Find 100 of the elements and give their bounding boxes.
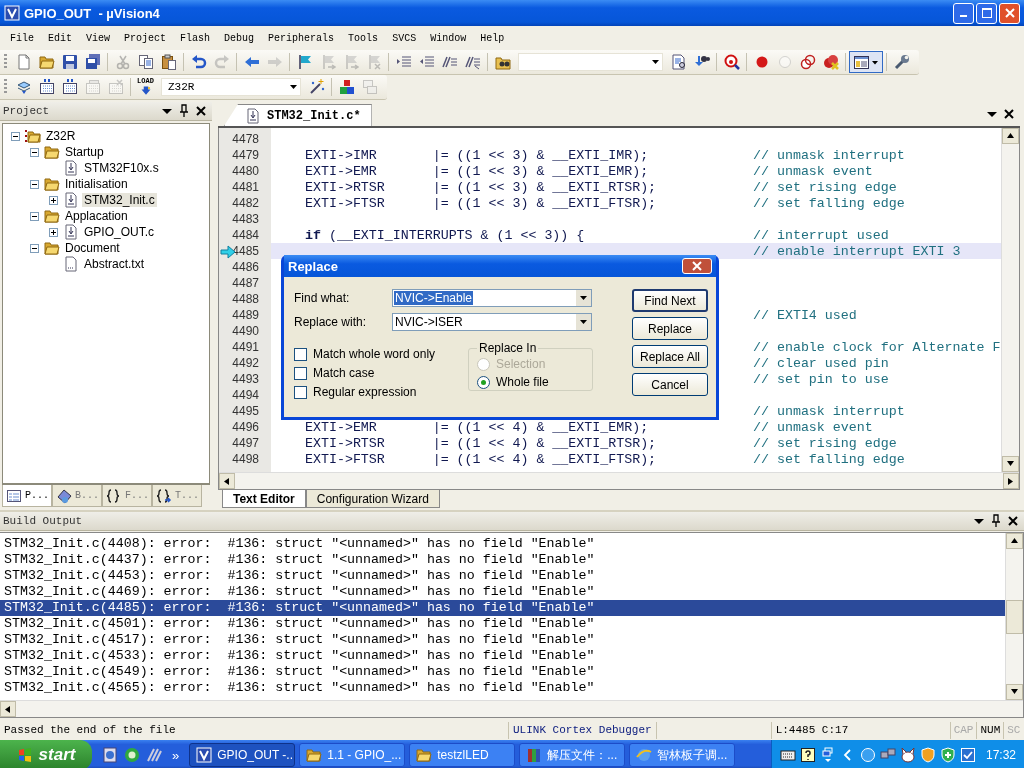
dialog-button[interactable]: Find Next: [632, 289, 708, 312]
tree-item[interactable]: Initialisation: [63, 177, 130, 191]
menu-item[interactable]: File: [3, 32, 41, 44]
line-number: 4489: [232, 308, 259, 322]
scroll-thumb[interactable]: [1006, 599, 1023, 634]
help-icon[interactable]: [799, 747, 816, 763]
code-text: EXTI->FTSR |= ((1 << 3) & __EXTI_FTSR);: [305, 195, 657, 211]
close-button[interactable]: [999, 2, 1020, 24]
animal-head-icon[interactable]: [899, 747, 916, 763]
menu-item[interactable]: Peripherals: [261, 32, 342, 44]
keyboard-icon[interactable]: [779, 747, 796, 763]
menu-item[interactable]: Debug: [217, 32, 262, 44]
folder-icon: [416, 747, 433, 763]
minimize-icon: [960, 15, 967, 17]
scroll-down-icon[interactable]: [1011, 688, 1018, 696]
caret-icon[interactable]: [580, 320, 587, 324]
tree-item[interactable]: GPIO_OUT.c: [82, 225, 156, 239]
document-icon[interactable]: [102, 747, 118, 763]
more-button[interactable]: »: [172, 747, 180, 763]
scroll-right-icon[interactable]: [1007, 477, 1015, 485]
horizontal-scrollbar[interactable]: [0, 700, 1023, 717]
output-line[interactable]: STM32_Init.c(4565): error: #136: struct "<unnamed>" has no field "Enable": [0, 680, 1005, 696]
menu-item[interactable]: Window: [423, 32, 474, 44]
code-comment: // EXTI4 used: [753, 307, 857, 323]
taskbar-button[interactable]: 解压文件：...: [519, 743, 626, 767]
taskbar-button[interactable]: GPIO_OUT -...: [189, 743, 296, 767]
code-text: if (__EXTI_INTERRUPTS & (1 << 3)) {: [305, 227, 585, 243]
editor-mode-tab[interactable]: Configuration Wizard: [305, 490, 440, 508]
vertical-scrollbar[interactable]: [1001, 128, 1019, 472]
scroll-up-icon[interactable]: [1011, 537, 1018, 545]
collapse-icon[interactable]: [30, 147, 39, 157]
tree-item[interactable]: Startup: [63, 145, 106, 159]
output-line[interactable]: STM32_Init.c(4549): error: #136: struct "<unnamed>" has no field "Enable": [0, 664, 1005, 680]
round-bubble-icon[interactable]: [859, 747, 876, 763]
output-line[interactable]: STM32_Init.c(4453): error: #136: struct "<unnamed>" has no field "Enable": [0, 568, 1005, 584]
shield-plus-icon[interactable]: [939, 747, 956, 763]
expand-icon[interactable]: [49, 195, 58, 205]
output-line[interactable]: STM32_Init.c(4533): error: #136: struct "<unnamed>" has no field "Enable": [0, 648, 1005, 664]
radio-button[interactable]: [477, 375, 490, 389]
minimize-button[interactable]: [953, 2, 974, 24]
scroll-left-icon[interactable]: [223, 477, 231, 485]
tree-item[interactable]: STM32_Init.c: [82, 193, 157, 207]
menu-item[interactable]: Project: [117, 32, 174, 44]
collapse-icon[interactable]: [30, 211, 39, 221]
close-button[interactable]: [682, 258, 712, 274]
find-combo-box[interactable]: NVIC->Enable: [392, 289, 592, 307]
panel-tab[interactable]: T...: [152, 485, 202, 507]
collapse-icon[interactable]: [30, 243, 39, 253]
menu-item[interactable]: Tools: [341, 32, 386, 44]
dialog-button[interactable]: Cancel: [632, 373, 708, 396]
output-line[interactable]: STM32_Init.c(4437): error: #136: struct "<unnamed>" has no field "Enable": [0, 552, 1005, 568]
panel-tab[interactable]: P...: [2, 485, 52, 507]
start-button[interactable]: start: [0, 740, 92, 768]
line-number: 4483: [232, 212, 259, 226]
line-number: 4488: [232, 292, 259, 306]
menu-item[interactable]: Flash: [173, 32, 218, 44]
tree-item[interactable]: Z32R: [44, 129, 78, 143]
dialog-button[interactable]: Replace: [632, 317, 708, 340]
tree-item[interactable]: Document: [63, 241, 122, 255]
panel-tab[interactable]: B...: [52, 485, 102, 507]
output-line[interactable]: STM32_Init.c(4469): error: #136: struct "<unnamed>" has no field "Enable": [0, 584, 1005, 600]
tree-item[interactable]: Applacation: [63, 209, 130, 223]
toolbar-combo-box[interactable]: Z32R: [161, 78, 301, 96]
collapse-icon[interactable]: [30, 179, 39, 189]
output-line[interactable]: STM32_Init.c(4501): error: #136: struct "<unnamed>" has no field "Enable": [0, 616, 1005, 632]
maximize-button[interactable]: [976, 2, 997, 24]
taskbar-button[interactable]: 1.1 - GPIO_...: [299, 743, 406, 767]
dialog-button[interactable]: Replace All: [632, 345, 708, 368]
checkbox[interactable]: [294, 385, 307, 399]
horizontal-scrollbar[interactable]: [219, 472, 1019, 489]
replace-combo-box[interactable]: NVIC->ISER: [392, 313, 592, 331]
menu-item[interactable]: Help: [473, 32, 512, 44]
line-number: 4479: [232, 148, 259, 162]
panel-tab[interactable]: F...: [102, 485, 152, 507]
menu-item[interactable]: Edit: [41, 32, 80, 44]
expand-icon[interactable]: [49, 227, 58, 237]
taskbar-button[interactable]: 智林板子调...: [629, 743, 736, 767]
scroll-up-icon[interactable]: [1007, 132, 1014, 140]
output-line[interactable]: STM32_Init.c(4517): error: #136: struct "<unnamed>" has no field "Enable": [0, 632, 1005, 648]
checkmark-box-icon[interactable]: [959, 747, 976, 763]
tree-item[interactable]: Abstract.txt: [82, 257, 147, 271]
taskbar-button[interactable]: testzlLED: [409, 743, 516, 767]
tree-item[interactable]: STM32F10x.s: [82, 161, 161, 175]
source-file-icon: [63, 160, 79, 176]
scroll-down-icon[interactable]: [1007, 460, 1014, 468]
window-layout-icon[interactable]: [849, 51, 883, 73]
maximize-icon: [980, 7, 993, 19]
scroll-left-icon[interactable]: [4, 705, 12, 713]
folder-stack-icon: [25, 128, 41, 144]
window-restore-icon[interactable]: [819, 747, 836, 763]
checkbox[interactable]: [294, 366, 307, 380]
caret-icon[interactable]: [580, 296, 587, 300]
menu-item[interactable]: SVCS: [385, 32, 424, 44]
checkbox[interactable]: [294, 347, 307, 361]
editor-mode-tab[interactable]: Text Editor: [222, 490, 306, 508]
collapse-icon[interactable]: [11, 131, 20, 141]
file-tab[interactable]: STM32_Init.c*: [224, 104, 372, 126]
output-line[interactable]: STM32_Init.c(4408): error: #136: struct "<unnamed>" has no field "Enable": [0, 536, 1005, 552]
vertical-scrollbar[interactable]: [1005, 533, 1023, 700]
menu-item[interactable]: View: [79, 32, 118, 44]
